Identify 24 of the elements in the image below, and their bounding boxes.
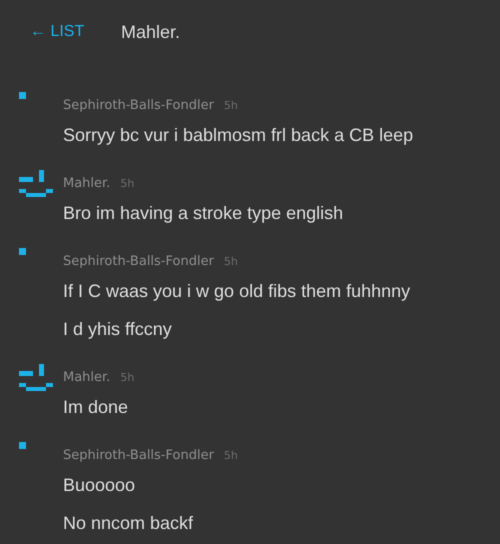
timestamp: 5h <box>224 98 238 114</box>
chat-title: Mahler. <box>121 20 180 44</box>
message-text: No nncom backf <box>63 512 194 534</box>
author-name: Mahler. <box>63 175 110 193</box>
timestamp: 5h <box>224 448 238 464</box>
avatar-icon <box>19 92 26 99</box>
message-text: I d yhis ffccny <box>63 318 172 341</box>
avatar-icon <box>19 248 26 255</box>
author-name: Sephiroth-Balls-Fondler <box>63 97 214 115</box>
author-name: Mahler. <box>63 369 110 387</box>
message-text: Im done <box>63 396 128 418</box>
message-text: Bro im having a stroke type english <box>63 202 344 225</box>
avatar-icon <box>19 364 53 391</box>
message-text: If I C waas you i w go old fibs them fuhhnny <box>63 280 410 303</box>
timestamp: 5h <box>120 370 134 386</box>
message-text: Sorryy bc vur i bablmosm frl back a CB leep <box>63 124 414 147</box>
avatar-icon <box>19 170 53 197</box>
timestamp: 5h <box>224 254 238 270</box>
avatar-icon <box>19 442 26 449</box>
back-link[interactable]: ← LIST <box>30 20 121 44</box>
message-text: Buooooo <box>63 474 136 496</box>
author-name: Sephiroth-Balls-Fondler <box>63 253 214 271</box>
timestamp: 5h <box>120 176 134 192</box>
author-name: Sephiroth-Balls-Fondler <box>63 447 214 465</box>
